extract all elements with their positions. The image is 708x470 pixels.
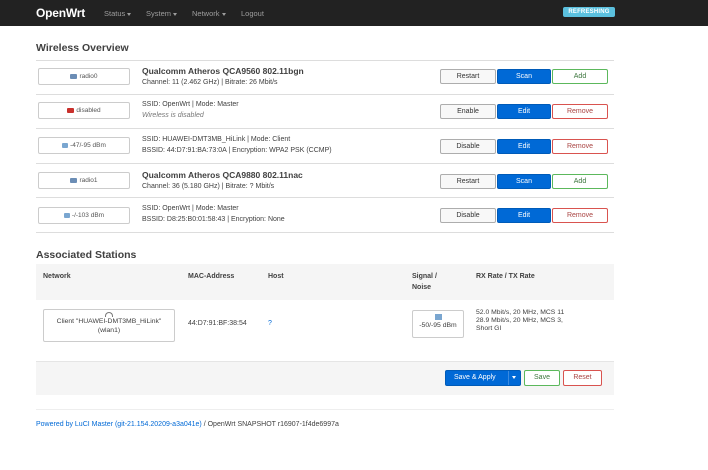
- iface2-edit-button[interactable]: Edit: [497, 208, 551, 223]
- chevron-down-icon: [127, 12, 132, 16]
- col-host: Host: [268, 273, 284, 280]
- station-mac: 44:D7:91:BF:38:54: [188, 320, 247, 327]
- nav-network-label: Network: [192, 9, 220, 18]
- brand-logo[interactable]: OpenWrt: [36, 6, 85, 20]
- wifi-device-icon: [70, 73, 78, 79]
- divider: [36, 197, 614, 198]
- radio0-details: Channel: 11 (2.462 GHz) | Bitrate: 26 Mb…: [142, 79, 278, 86]
- save-apply-button[interactable]: Save & Apply: [445, 370, 521, 386]
- col-noise: Noise: [412, 284, 432, 291]
- associated-stations-title: Associated Stations: [36, 249, 137, 261]
- station-network-badge: Client "HUAWEI-DMT3MB_HiLink" (wlan1): [43, 309, 175, 342]
- save-apply-label: Save & Apply: [454, 374, 496, 381]
- divider: [36, 60, 614, 61]
- col-mac-address: MAC-Address: [188, 273, 235, 280]
- col-rx-tx-rate: RX Rate / TX Rate: [476, 273, 535, 280]
- iface1-edit-button[interactable]: Edit: [497, 139, 551, 154]
- iface0-enable-button[interactable]: Enable: [440, 104, 496, 119]
- master-signal-label: -/-103 dBm: [71, 212, 105, 219]
- iface2-disable-button[interactable]: Disable: [440, 208, 496, 223]
- iface0-remove-button[interactable]: Remove: [552, 104, 608, 119]
- iface0-edit-button[interactable]: Edit: [497, 104, 551, 119]
- save-button[interactable]: Save: [524, 370, 560, 386]
- station-rates: 52.0 Mbit/s, 20 MHz, MCS 11 28.9 Mbit/s,…: [476, 309, 564, 333]
- nav-system-label: System: [146, 9, 172, 18]
- nav-logout[interactable]: Logout: [241, 9, 264, 18]
- divider: [36, 232, 614, 233]
- footer-divider: [36, 409, 614, 410]
- radio1-title: Qualcomm Atheros QCA9880 802.11nac: [142, 170, 303, 180]
- refreshing-badge[interactable]: REFRESHING: [563, 7, 615, 17]
- signal-bars-icon: [434, 314, 442, 320]
- iface1-bssid-encryption: BSSID: 44:D7:91:BA:73:0A | Encryption: W…: [142, 147, 332, 154]
- radio0-badge-label: radio0: [79, 73, 98, 80]
- wifi-disabled-badge-label: disabled: [76, 107, 101, 114]
- master-signal-badge: -/-103 dBm: [38, 207, 130, 224]
- stations-table-header: [36, 264, 614, 300]
- station-host[interactable]: ?: [268, 320, 272, 327]
- nav-network[interactable]: Network: [192, 9, 226, 18]
- iface1-remove-button[interactable]: Remove: [552, 139, 608, 154]
- iface1-disable-button[interactable]: Disable: [440, 139, 496, 154]
- rate-line: 52.0 Mbit/s, 20 MHz, MCS 11: [476, 309, 565, 316]
- col-signal: Signal /: [412, 273, 437, 280]
- signal-bars-icon: [62, 142, 69, 148]
- radio0-badge: radio0: [38, 68, 130, 85]
- nav-system[interactable]: System: [146, 9, 178, 18]
- radio0-restart-button[interactable]: Restart: [440, 69, 496, 84]
- radio1-badge: radio1: [38, 172, 130, 189]
- iface2-remove-button[interactable]: Remove: [552, 208, 608, 223]
- client-signal-badge: -47/-95 dBm: [38, 137, 130, 154]
- top-navbar: OpenWrt Status System Network Logout REF…: [0, 0, 708, 26]
- wireless-overview-title: Wireless Overview: [36, 42, 129, 54]
- radio1-details: Channel: 36 (5.180 GHz) | Bitrate: ? Mbi…: [142, 183, 275, 190]
- split-divider: [508, 371, 509, 385]
- rate-line: 28.9 Mbit/s, 20 MHz, MCS 3,: [476, 317, 563, 324]
- footer: Powered by LuCI Master (git-21.154.20209…: [36, 421, 339, 428]
- iface2-ssid-mode: SSID: OpenWrt | Mode: Master: [142, 205, 239, 212]
- radio1-restart-button[interactable]: Restart: [440, 174, 496, 189]
- luci-version-link[interactable]: Powered by LuCI Master (git-21.154.20209…: [36, 421, 202, 428]
- iface0-status: Wireless is disabled: [142, 112, 204, 119]
- radio1-scan-button[interactable]: Scan: [497, 174, 551, 189]
- station-signal-badge: -50/-95 dBm: [412, 310, 464, 338]
- station-signal-value: -50/-95 dBm: [419, 322, 457, 329]
- nav-status-label: Status: [104, 9, 126, 18]
- radio1-add-button[interactable]: Add: [552, 174, 608, 189]
- chevron-down-icon: [221, 12, 226, 16]
- openwrt-version: / OpenWrt SNAPSHOT r16907-1f4de6997a: [201, 421, 339, 428]
- client-signal-label: -47/-95 dBm: [70, 142, 106, 149]
- iface1-ssid-mode: SSID: HUAWEI-DMT3MB_HiLink | Mode: Clien…: [142, 136, 291, 143]
- wifi-device-icon: [70, 177, 78, 183]
- station-network-name: Client "HUAWEI-DMT3MB_HiLink": [56, 318, 162, 325]
- rate-line: Short GI: [476, 325, 502, 332]
- radio0-title: Qualcomm Atheros QCA9560 802.11bgn: [142, 66, 304, 76]
- divider: [36, 94, 614, 95]
- reset-button[interactable]: Reset: [563, 370, 602, 386]
- signal-bars-icon: [63, 212, 70, 218]
- iface0-ssid-mode: SSID: OpenWrt | Mode: Master: [142, 101, 239, 108]
- radio1-badge-label: radio1: [79, 177, 98, 184]
- iface2-bssid-encryption: BSSID: D8:25:B0:01:58:43 | Encryption: N…: [142, 216, 285, 223]
- station-network-iface: (wlan1): [97, 327, 121, 334]
- divider: [36, 163, 614, 164]
- wifi-disabled-badge: disabled: [38, 102, 130, 119]
- col-network: Network: [43, 273, 71, 280]
- radio0-add-button[interactable]: Add: [552, 69, 608, 84]
- chevron-down-icon: [173, 12, 178, 16]
- chevron-down-icon[interactable]: [512, 376, 516, 379]
- nav-status[interactable]: Status: [104, 9, 132, 18]
- wifi-disabled-icon: [67, 107, 75, 113]
- divider: [36, 128, 614, 129]
- radio0-scan-button[interactable]: Scan: [497, 69, 551, 84]
